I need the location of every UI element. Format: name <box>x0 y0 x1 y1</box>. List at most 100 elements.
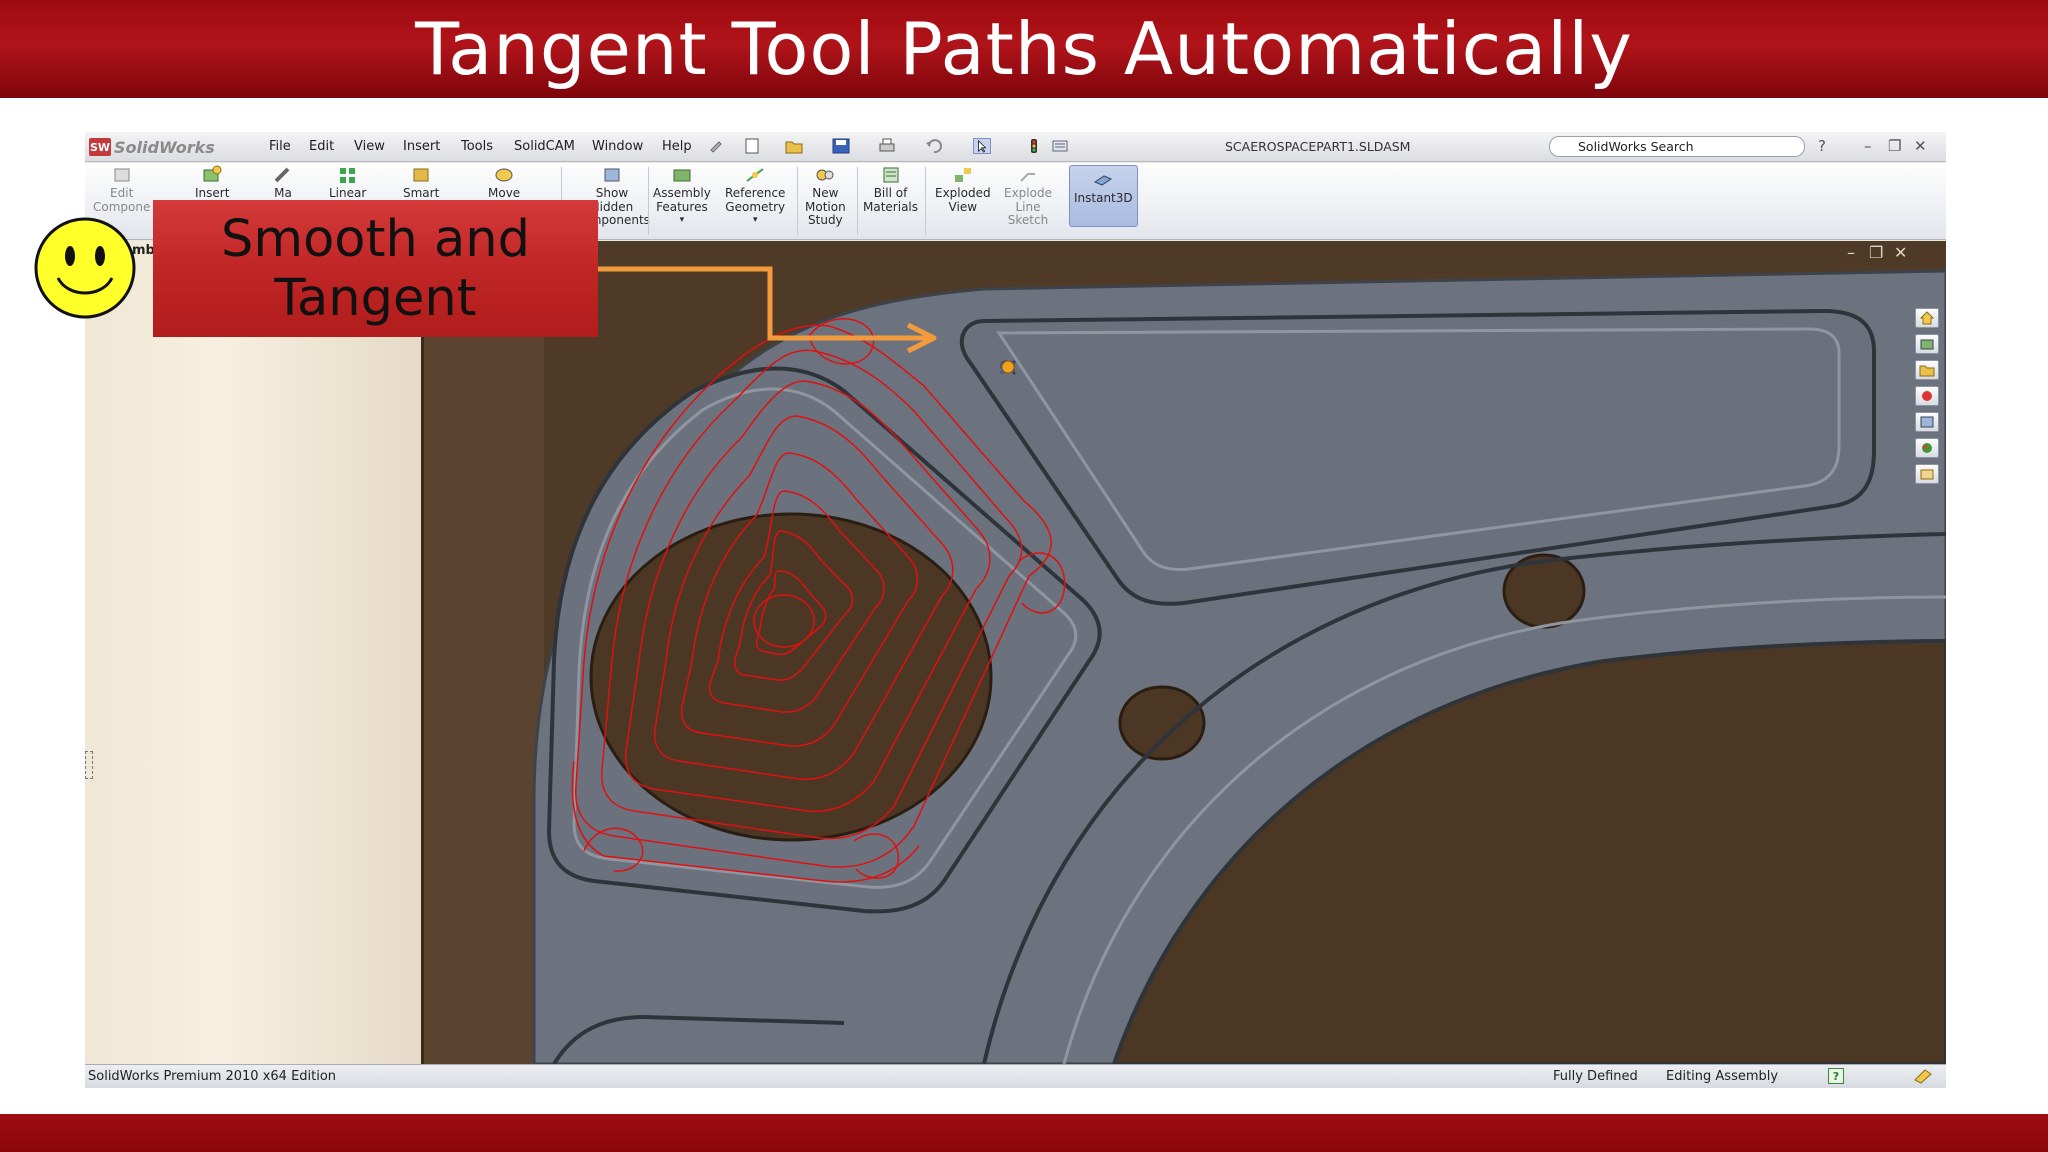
instant3d-button[interactable]: Instant3D <box>1069 165 1138 227</box>
menu-tools[interactable]: Tools <box>461 139 493 154</box>
insert-label: Insert <box>195 186 230 200</box>
status-mode: Editing Assembly <box>1666 1069 1779 1084</box>
bill-of-materials-icon <box>883 167 898 183</box>
file-explorer-icon[interactable] <box>1915 464 1939 484</box>
viewport-close-icon[interactable]: ✕ <box>1894 243 1907 262</box>
rebuild-traffic-icon[interactable] <box>1025 138 1043 154</box>
edit-component-label: Edit Compone <box>93 186 151 214</box>
separator <box>925 167 926 235</box>
panel-collapse-handle[interactable] <box>85 751 93 779</box>
move-label: Move <box>488 186 521 200</box>
mate-button[interactable]: Ma <box>272 165 294 201</box>
motion-study-icon <box>816 169 834 181</box>
chevron-down-icon[interactable]: ▾ <box>753 214 758 228</box>
menu-insert[interactable]: Insert <box>403 139 440 154</box>
explode-line-sketch-button[interactable]: Explode Line Sketch <box>1004 165 1052 228</box>
callout-line-1: Smooth and <box>221 209 530 269</box>
status-edition: SolidWorks Premium 2010 x64 Edition <box>88 1069 337 1084</box>
reference-geometry-icon <box>746 168 764 182</box>
task-pane-tabs <box>1915 308 1943 484</box>
status-help-icon[interactable]: ? <box>1828 1068 1844 1084</box>
show-hidden-icon <box>604 168 620 182</box>
smart-fasteners-button[interactable]: Smart <box>403 165 439 201</box>
pin-icon[interactable] <box>707 138 725 154</box>
instant3d-icon <box>1094 175 1113 186</box>
close-icon[interactable]: ✕ <box>1914 137 1927 155</box>
undo-icon[interactable] <box>925 138 943 154</box>
library-icon[interactable] <box>1915 334 1939 354</box>
linear-pattern-icon <box>339 168 355 183</box>
custom-properties-icon[interactable] <box>1915 412 1939 432</box>
smart-fasteners-icon <box>413 168 429 182</box>
palette-icon[interactable] <box>1915 438 1939 458</box>
footer-banner <box>0 1114 2048 1152</box>
solidworks-logo[interactable]: SW SolidWorks <box>89 136 215 158</box>
help-icon[interactable]: ? <box>1818 137 1826 155</box>
feature-manager-panel: mbl Y X <box>85 241 422 1088</box>
new-document-icon[interactable] <box>743 138 761 154</box>
reference-geometry-button[interactable]: Reference Geometry ▾ <box>725 165 785 228</box>
explode-line-sketch-icon <box>1020 173 1035 182</box>
separator <box>648 167 649 235</box>
view-settings-icon[interactable] <box>999 359 1017 375</box>
assembly-features-icon <box>673 169 691 182</box>
new-motion-study-label: New Motion Study <box>805 186 846 227</box>
new-motion-study-button[interactable]: New Motion Study <box>805 165 846 228</box>
menu-file[interactable]: File <box>269 139 291 154</box>
folder-icon[interactable] <box>1915 360 1939 380</box>
menu-edit[interactable]: Edit <box>309 139 334 154</box>
insert-components-button[interactable]: Insert <box>195 165 229 201</box>
smart-label: Smart <box>403 186 440 200</box>
explode-line-sketch-label: Explode Line Sketch <box>1004 186 1052 227</box>
bill-of-materials-label: Bill of Materials <box>863 186 919 214</box>
callout-line-2: Tangent <box>274 268 477 328</box>
linear-label: Linear <box>329 186 367 200</box>
bill-of-materials-button[interactable]: Bill of Materials <box>863 165 918 214</box>
reference-geometry-label: Reference Geometry <box>725 186 786 214</box>
assembly-features-button[interactable]: Assembly Features ▾ <box>653 165 711 228</box>
chevron-down-icon[interactable]: ▾ <box>680 214 685 228</box>
insert-components-icon <box>203 165 222 182</box>
exploded-view-button[interactable]: Exploded View <box>935 165 991 214</box>
callout-box: Smooth and Tangent <box>153 200 598 337</box>
options-icon[interactable] <box>1051 138 1069 154</box>
solidworks-logo-icon: SW <box>89 138 111 156</box>
rebuild-icon[interactable] <box>1913 1068 1933 1084</box>
menu-bar: SW SolidWorks File Edit View Insert Tool… <box>85 132 1946 162</box>
instant3d-label: Instant3D <box>1074 191 1133 205</box>
exploded-view-icon <box>954 168 971 182</box>
restore-icon[interactable]: ❐ <box>1888 137 1901 155</box>
print-icon[interactable] <box>878 138 896 154</box>
smiley-icon <box>34 217 136 319</box>
callout-arrow <box>598 266 937 354</box>
viewport-minimize-icon[interactable]: – <box>1847 243 1855 262</box>
edit-component-button[interactable]: Edit Compone <box>93 165 150 214</box>
slide-title: Tangent Tool Paths Automatically <box>415 7 1633 91</box>
select-pointer-icon[interactable] <box>973 138 991 154</box>
linear-pattern-button[interactable]: Linear <box>329 165 366 201</box>
status-defined: Fully Defined <box>1553 1069 1638 1084</box>
separator <box>857 167 858 235</box>
menu-solidcam[interactable]: SolidCAM <box>514 139 575 154</box>
document-title: SCAEROSPACEPART1.SLDASM <box>1225 139 1411 154</box>
menu-window[interactable]: Window <box>592 139 643 154</box>
move-component-icon <box>495 168 513 182</box>
appearance-icon[interactable] <box>1915 386 1939 406</box>
save-icon[interactable] <box>832 138 850 154</box>
title-banner: Tangent Tool Paths Automatically <box>0 0 2048 98</box>
move-component-button[interactable]: Move <box>488 165 520 201</box>
viewport-restore-icon[interactable]: ❐ <box>1869 243 1883 262</box>
mate-label: Ma <box>274 186 292 200</box>
menu-view[interactable]: View <box>354 139 385 154</box>
hole-small <box>1118 685 1206 761</box>
exploded-view-label: Exploded View <box>935 186 991 214</box>
home-icon[interactable] <box>1915 308 1939 328</box>
minimize-icon[interactable]: – <box>1864 137 1872 155</box>
separator <box>797 167 798 235</box>
search-input[interactable]: SolidWorks Search <box>1549 136 1805 157</box>
assembly-features-label: Assembly Features <box>653 186 711 214</box>
solidworks-logo-text: SolidWorks <box>114 137 215 157</box>
open-folder-icon[interactable] <box>785 138 803 154</box>
menu-help[interactable]: Help <box>662 139 692 154</box>
edit-component-icon <box>114 168 130 182</box>
